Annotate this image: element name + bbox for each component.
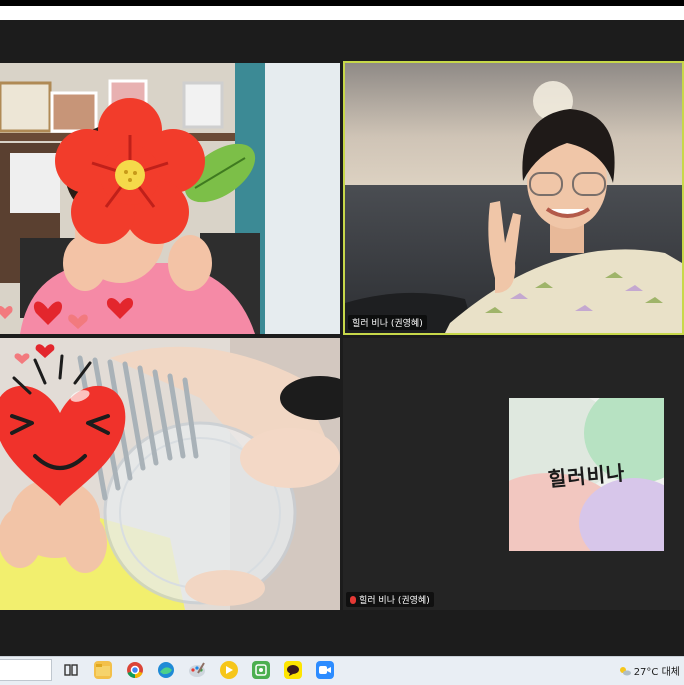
participant-name-tag: 힐러 비나 (권영혜) [346,592,434,607]
paint-icon[interactable] [188,661,206,679]
file-explorer-icon[interactable] [94,661,112,679]
media-player-icon[interactable] [220,661,238,679]
participant-video-3 [0,338,340,610]
profile-picture: 힐러비나 [509,398,664,551]
screen-top-edge [0,0,684,6]
weather-temperature: 27°C [633,667,659,678]
participant-tile-2[interactable]: 힐러 비나 (권영혜) [343,61,684,335]
participant-name: 힐러 비나 (권영혜) [359,596,430,606]
participant-tile-1[interactable] [0,63,340,334]
participant-video-2 [345,63,682,333]
weather-description: 대체 [661,667,680,678]
task-view-icon[interactable] [62,661,80,679]
weather-widget[interactable]: 27°C 대체 [619,663,680,678]
tablet-icon[interactable] [252,661,270,679]
participant-video-1 [0,63,340,334]
chrome-icon[interactable] [126,661,144,679]
participant-tile-4[interactable]: 힐러비나 힐러 비나 (권영혜) [343,338,684,610]
participant-tile-3[interactable] [0,338,340,610]
participant-name-tag: 힐러 비나 (권영혜) [348,315,427,330]
muted-mic-icon [350,596,356,604]
weather-icon [619,667,631,676]
taskbar-search-box[interactable] [0,659,52,681]
zoom-icon[interactable] [316,661,334,679]
kakaotalk-icon[interactable] [284,661,302,679]
edge-icon[interactable] [157,661,175,679]
windows-taskbar: 27°C 대체 [0,656,684,685]
